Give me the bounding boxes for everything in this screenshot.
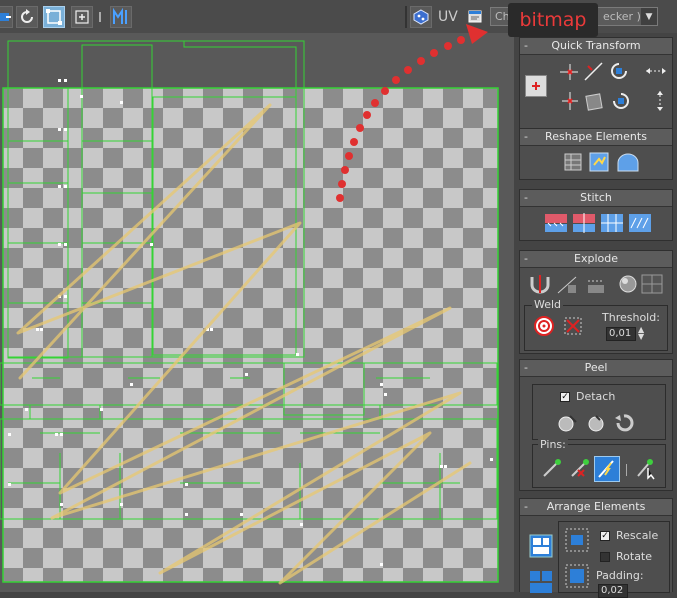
rollout-arrange-elements: - Arrange Elements ✓ Rescale Rotate Paddi… [519,498,673,598]
pack-together-icon[interactable] [528,569,554,595]
stitch-to-target-icon[interactable] [600,212,624,234]
rollout-title: Stitch [580,191,612,204]
rollout-header[interactable]: - Arrange Elements [520,499,672,516]
rollout-title: Peel [584,361,608,374]
threshold-spinner[interactable]: ▲ ▼ [638,326,644,341]
pack-normalize-icon[interactable] [528,533,554,559]
straighten-icon[interactable] [582,90,606,112]
space-vertical-icon[interactable] [648,90,672,112]
rollout-explode: - Explode Weld Threshold: 0,01 ▲ ▼ [519,250,673,354]
explode-to-elements-icon[interactable] [556,273,580,295]
rollout-title: Explode [574,252,618,265]
stitch-custom-icon[interactable] [628,212,652,234]
pack-custom-2-icon[interactable] [564,563,590,589]
threshold-label: Threshold: [602,311,660,324]
align-to-pivot-icon[interactable] [525,75,547,97]
rotate-cw-icon[interactable] [608,60,632,82]
scale-icon[interactable] [43,6,65,28]
flatten-icon[interactable] [584,273,608,295]
chevron-down-icon[interactable]: ▼ [641,8,657,25]
weld-target-icon[interactable] [532,315,556,337]
stitch-to-average-icon[interactable] [572,212,596,234]
weld-selected-icon[interactable] [562,315,586,337]
rollout-peel: - Peel ✓ Detach Pins: [519,359,673,491]
align-vertical-icon[interactable] [558,90,582,112]
pins-separator [626,464,627,476]
padding-input[interactable]: 0,02 [598,584,628,598]
texture-select-text-right: ecker ) [603,10,641,23]
select-pins-icon[interactable] [634,458,658,480]
grid-icon[interactable] [640,273,664,295]
pin-remove-icon[interactable] [568,458,592,480]
toolbar-separator [99,12,101,22]
weld-label: Weld [532,298,564,311]
rollout-title: Quick Transform [551,39,641,52]
rotate-ccw-icon[interactable] [608,90,632,112]
stitch-to-source-icon[interactable] [544,212,568,234]
move-icon[interactable] [71,6,93,28]
rescale-checkbox[interactable]: ✓ [600,531,610,541]
rollout-reshape-elements: - Reshape Elements [519,128,673,180]
rotate-label: Rotate [616,550,653,563]
pack-custom-icon[interactable] [564,527,590,553]
rollout-header[interactable]: - Quick Transform [520,38,672,55]
rollout-title: Arrange Elements [546,500,646,513]
tools-panel: - Quick Transform - Reshape Elements - Stit… [517,33,677,598]
rollout-quick-transform: - Quick Transform [519,37,673,130]
lscm-icon[interactable] [584,412,608,434]
reset-peel-icon[interactable] [612,412,636,434]
rollout-header[interactable]: - Explode [520,251,672,268]
rollout-header[interactable]: - Stitch [520,190,672,207]
quick-peel-icon[interactable] [556,412,580,434]
rollout-header[interactable]: - Reshape Elements [520,129,672,146]
rotate-icon[interactable] [16,6,38,28]
bitmap-tooltip: bitmap [508,3,598,37]
align-horizontal-icon[interactable] [558,60,582,82]
space-horizontal-icon[interactable] [644,60,668,82]
straighten-selection-icon[interactable] [562,151,586,173]
break-icon[interactable] [528,273,552,295]
detach-label: Detach [576,390,616,403]
rollout-header[interactable]: - Peel [520,360,672,377]
annotation-arrow [336,24,488,202]
align-diagonal-icon[interactable] [582,60,606,82]
padding-label: Padding: [596,569,644,582]
freeform-icon[interactable] [0,6,13,28]
arch-icon[interactable] [616,151,640,173]
pins-label: Pins: [538,438,568,451]
threshold-input[interactable]: 0,01 [606,327,636,341]
detach-checkbox[interactable]: ✓ [560,392,570,402]
rescale-label: Rescale [616,529,659,542]
sphere-icon[interactable] [616,273,640,295]
rotate-checkbox[interactable] [600,552,610,562]
rollout-stitch: - Stitch [519,189,673,241]
auto-pin-icon[interactable] [594,456,620,482]
rollout-title: Reshape Elements [545,130,647,143]
pin-add-icon[interactable] [540,458,564,480]
relax-icon[interactable] [588,151,612,173]
mirror-icon[interactable] [110,6,132,28]
